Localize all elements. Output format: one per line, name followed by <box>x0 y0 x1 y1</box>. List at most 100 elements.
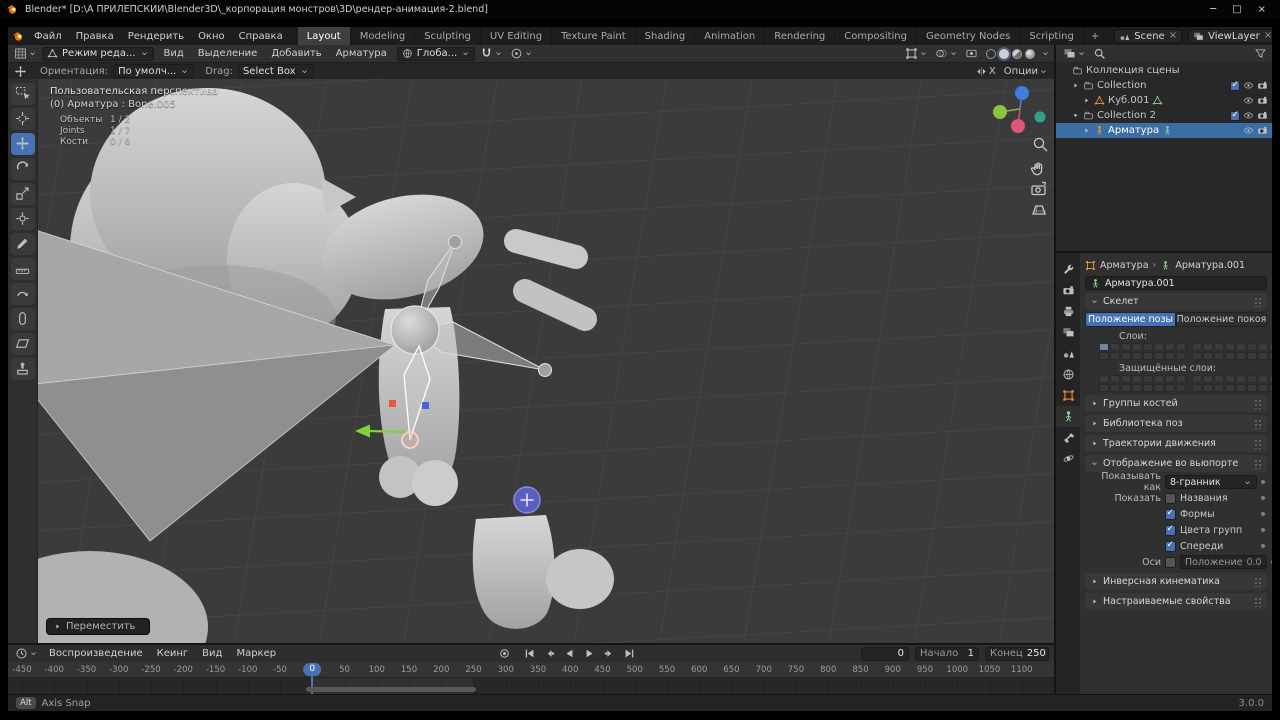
tab-animation[interactable]: Animation <box>695 27 766 45</box>
layer-toggle[interactable] <box>1110 384 1120 392</box>
checkbox-shapes[interactable] <box>1165 508 1176 520</box>
axis-x-ball[interactable] <box>1011 119 1025 133</box>
menu-help[interactable]: Справка <box>232 30 290 43</box>
proportional-editing-toggle[interactable] <box>508 47 535 61</box>
orientation-dropdown[interactable]: По умолч... <box>113 64 195 78</box>
layer-toggle[interactable] <box>1110 375 1120 383</box>
unlink-scene-icon[interactable]: × <box>1169 31 1177 41</box>
minimize-button[interactable]: ─ <box>1210 4 1216 15</box>
camera-icon[interactable] <box>1257 95 1268 106</box>
timeline-editor-type-button[interactable] <box>13 647 40 661</box>
collection-checkbox[interactable] <box>1230 110 1240 121</box>
layer-toggle[interactable] <box>1099 375 1109 383</box>
tab-texture-paint[interactable]: Texture Paint <box>552 27 636 45</box>
layer-toggle[interactable] <box>1176 384 1186 392</box>
timeline-menu-playback[interactable]: Воспроизведение <box>42 647 150 660</box>
layer-toggle[interactable] <box>1214 375 1224 383</box>
layer-toggle[interactable] <box>1269 343 1272 351</box>
shading-rendered-icon[interactable] <box>1025 48 1035 59</box>
layer-toggle[interactable] <box>1099 384 1109 392</box>
tab-sculpting[interactable]: Sculpting <box>415 27 481 45</box>
layer-toggle[interactable] <box>1176 352 1186 360</box>
layer-toggle[interactable] <box>1225 352 1235 360</box>
layer-toggle[interactable] <box>1176 375 1186 383</box>
animate-dot-icon[interactable] <box>1270 560 1272 564</box>
tri-r-icon[interactable] <box>1071 81 1080 90</box>
frame-end-field[interactable]: Конец 250 <box>985 646 1049 661</box>
viewport-3d[interactable]: Пользовательская перспектива (0) Арматур… <box>38 79 1054 643</box>
layer-toggle[interactable] <box>1247 352 1257 360</box>
properties-tab-tool[interactable] <box>1056 259 1080 280</box>
view-layer-selector[interactable]: ViewLayer × <box>1188 29 1272 43</box>
layer-toggle[interactable] <box>1236 343 1246 351</box>
properties-tab-render[interactable] <box>1056 280 1080 301</box>
viewport-menu-select[interactable]: Выделение <box>191 47 265 60</box>
menu-file[interactable]: Файл <box>27 30 69 43</box>
animate-dot-icon[interactable] <box>1261 480 1265 484</box>
properties-tab-scene[interactable] <box>1056 343 1080 364</box>
snap-toggle[interactable] <box>478 47 505 61</box>
properties-tab-data[interactable] <box>1056 406 1080 427</box>
layer-toggle[interactable] <box>1132 352 1142 360</box>
layer-toggle[interactable] <box>1192 352 1202 360</box>
layer-toggle[interactable] <box>1143 375 1153 383</box>
timeline-scrollbar[interactable] <box>306 687 476 692</box>
camera-icon[interactable] <box>1257 125 1268 136</box>
layer-toggle[interactable] <box>1192 375 1202 383</box>
layer-toggle[interactable] <box>1176 343 1186 351</box>
play-button[interactable] <box>581 647 599 661</box>
panel-pose-library[interactable]: Библиотека поз <box>1085 415 1267 432</box>
layer-toggle[interactable] <box>1269 375 1272 383</box>
layer-toggle[interactable] <box>1132 384 1142 392</box>
tri-d-icon[interactable] <box>1071 111 1080 120</box>
panel-viewport-display[interactable]: Отображение во вьюпорте <box>1085 455 1267 472</box>
panel-inverse-kinematics[interactable]: Инверсная кинематика <box>1085 573 1267 590</box>
xray-toggle[interactable] <box>963 47 980 61</box>
shading-wireframe-icon[interactable] <box>986 48 996 59</box>
gizmo-x-handle[interactable] <box>389 400 396 407</box>
outliner-row-armature[interactable]: Арматура <box>1056 123 1272 138</box>
timeline-menu-view[interactable]: Вид <box>195 647 229 660</box>
viewport-menu-view[interactable]: Вид <box>157 47 191 60</box>
mode-selector[interactable]: Режим реда... <box>42 46 154 61</box>
timeline-menu-keying[interactable]: Кеинг <box>150 647 196 660</box>
filter-icon[interactable] <box>1254 47 1267 60</box>
layer-toggle[interactable] <box>1143 352 1153 360</box>
tab-geometry-nodes[interactable]: Geometry Nodes <box>917 27 1021 45</box>
axis-negative-ball[interactable] <box>1034 111 1046 123</box>
layer-toggle[interactable] <box>1121 343 1131 351</box>
tool-move[interactable] <box>10 132 35 155</box>
eye-icon[interactable] <box>1243 110 1254 121</box>
drag-handle-icon[interactable] <box>1254 296 1262 307</box>
layer-toggle[interactable] <box>1165 343 1175 351</box>
layer-toggle[interactable] <box>1154 375 1164 383</box>
camera-icon[interactable] <box>1257 110 1268 121</box>
layer-toggle[interactable] <box>1165 352 1175 360</box>
timeline-ruler[interactable]: -450 -400 -350 -300 -250 -200 -150 -100 -50 50 100… <box>8 662 1054 678</box>
layer-toggle[interactable] <box>1203 375 1213 383</box>
drag-handle-icon[interactable] <box>1254 418 1262 429</box>
tool-scale[interactable] <box>10 182 35 205</box>
collection-checkbox[interactable] <box>1230 80 1240 91</box>
menu-render[interactable]: Рендерить <box>121 30 191 43</box>
tab-layout[interactable]: Layout <box>297 27 351 45</box>
skip-end-button[interactable] <box>621 647 639 661</box>
tab-shading[interactable]: Shading <box>636 27 696 45</box>
layer-toggle[interactable] <box>1225 343 1235 351</box>
outliner-row-scene-collection[interactable]: Коллекция сцены <box>1056 63 1272 78</box>
breadcrumb-data[interactable]: Арматура.001 <box>1175 260 1245 271</box>
layer-toggle[interactable] <box>1258 352 1268 360</box>
tool-annotate[interactable] <box>10 232 35 255</box>
blender-menu-icon[interactable] <box>12 30 25 43</box>
tool-roll[interactable] <box>10 282 35 305</box>
panel-motion-paths[interactable]: Траектории движения <box>1085 435 1267 452</box>
close-button[interactable]: × <box>1258 4 1266 15</box>
object-visibility-dropdown[interactable] <box>903 47 930 61</box>
axis-y-ball[interactable] <box>993 105 1007 119</box>
camera-icon[interactable] <box>1257 80 1268 91</box>
drag-handle-icon[interactable] <box>1254 596 1262 607</box>
menu-window[interactable]: Окно <box>191 30 232 43</box>
current-frame-indicator[interactable]: 0 <box>303 663 322 676</box>
properties-tab-output[interactable] <box>1056 301 1080 322</box>
outliner-editor-type-button[interactable] <box>1061 47 1088 61</box>
